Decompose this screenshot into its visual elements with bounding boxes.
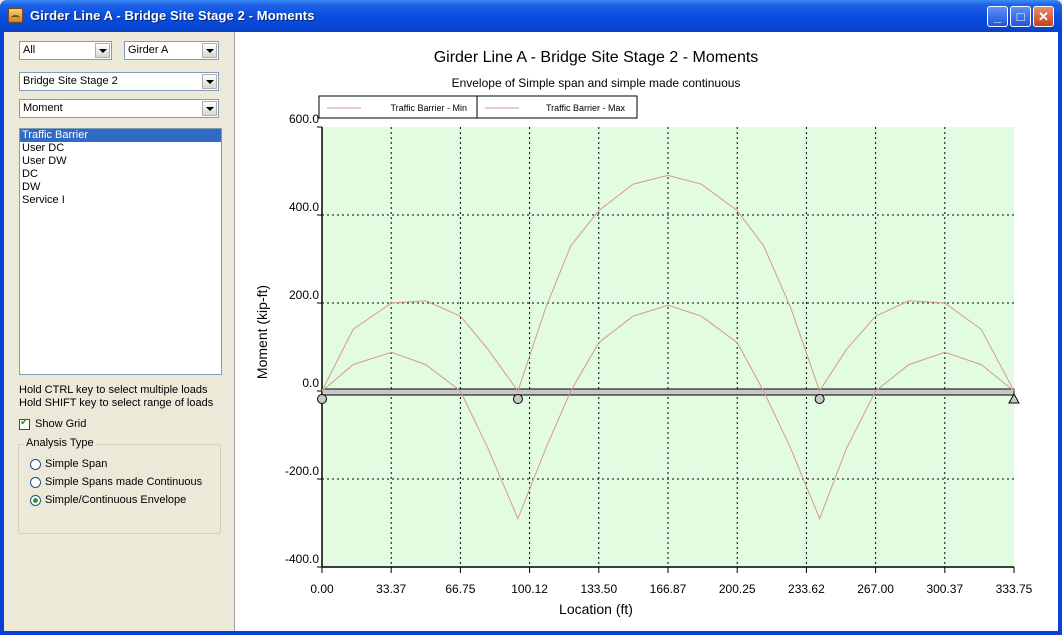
x-tick-label: 0.00 <box>310 582 334 596</box>
moment-chart: Girder Line A - Bridge Site Stage 2 - Mo… <box>254 49 1033 617</box>
main-window: Girder Line A - Bridge Site Stage 2 - Mo… <box>0 0 1062 635</box>
y-tick-label: 0.0 <box>302 376 319 390</box>
window-title: Girder Line A - Bridge Site Stage 2 - Mo… <box>30 8 315 23</box>
y-tick-label: 200.0 <box>289 288 319 302</box>
chevron-down-icon[interactable] <box>202 74 217 89</box>
show-grid-label[interactable]: Show Grid <box>35 418 86 430</box>
x-tick-label: 166.87 <box>650 582 687 596</box>
x-axis-label: Location (ft) <box>559 601 633 617</box>
close-button[interactable]: ✕ <box>1033 6 1054 27</box>
girder-select[interactable]: Girder A <box>124 41 219 60</box>
x-tick-label: 267.00 <box>857 582 894 596</box>
x-tick-label: 33.37 <box>376 582 406 596</box>
analysis-type-title: Analysis Type <box>24 437 96 449</box>
chevron-down-icon[interactable] <box>202 101 217 116</box>
show-grid-checkbox[interactable] <box>19 417 30 430</box>
pin-support-icon <box>317 394 327 404</box>
chevron-down-icon[interactable] <box>95 43 110 58</box>
action-select-value: Moment <box>23 102 63 114</box>
legend-label: Traffic Barrier - Max <box>546 103 626 113</box>
maximize-button[interactable]: □ <box>1010 6 1031 27</box>
x-tick-label: 333.75 <box>996 582 1033 596</box>
load-list-item[interactable]: DC <box>20 168 221 181</box>
load-list-item[interactable]: User DC <box>20 142 221 155</box>
control-panel: All Girder A Bridge Site Stage 2 Moment … <box>4 32 235 631</box>
span-select[interactable]: All <box>19 41 112 60</box>
app-icon[interactable] <box>8 8 23 23</box>
y-axis-label: Moment (kip-ft) <box>254 285 270 379</box>
load-list-item[interactable]: DW <box>20 181 221 194</box>
x-tick-label: 233.62 <box>788 582 825 596</box>
action-select[interactable]: Moment <box>19 99 219 118</box>
x-tick-label: 66.75 <box>445 582 475 596</box>
minimize-button[interactable]: _ <box>987 6 1008 27</box>
chart-title: Girder Line A - Bridge Site Stage 2 - Mo… <box>434 49 759 66</box>
load-list-item[interactable]: User DW <box>20 155 221 168</box>
simple-continuous-radio[interactable] <box>30 477 41 488</box>
legend-label: Traffic Barrier - Min <box>390 103 467 113</box>
envelope-label[interactable]: Simple/Continuous Envelope <box>45 494 186 506</box>
simple-continuous-label[interactable]: Simple Spans made Continuous <box>45 476 202 488</box>
shift-hint: Hold SHIFT key to select range of loads <box>19 397 214 409</box>
x-tick-label: 133.50 <box>580 582 617 596</box>
girder-select-value: Girder A <box>128 44 169 56</box>
simple-span-label[interactable]: Simple Span <box>45 458 107 470</box>
pin-support-icon <box>512 394 523 404</box>
y-tick-label: 400.0 <box>289 200 319 214</box>
stage-select[interactable]: Bridge Site Stage 2 <box>19 72 219 91</box>
x-tick-label: 100.12 <box>511 582 548 596</box>
chart-area: Girder Line A - Bridge Site Stage 2 - Mo… <box>235 32 1058 631</box>
load-list-item[interactable]: Traffic Barrier <box>20 129 221 142</box>
load-list-item[interactable]: Service I <box>20 194 221 207</box>
x-tick-label: 200.25 <box>719 582 756 596</box>
stage-select-value: Bridge Site Stage 2 <box>23 75 118 87</box>
chart-subtitle: Envelope of Simple span and simple made … <box>452 76 741 90</box>
loads-listbox[interactable]: Traffic Barrier User DC User DW DC DW Service… <box>19 128 222 375</box>
span-select-value: All <box>23 44 36 56</box>
envelope-radio[interactable] <box>30 495 41 506</box>
title-bar[interactable]: Girder Line A - Bridge Site Stage 2 - Mo… <box>0 0 1062 32</box>
y-tick-label: -400.0 <box>285 552 319 566</box>
y-tick-label: 600.0 <box>289 112 319 126</box>
x-tick-label: 300.37 <box>926 582 963 596</box>
girder-line <box>321 388 1015 396</box>
client-area: All Girder A Bridge Site Stage 2 Moment … <box>4 32 1058 631</box>
simple-span-radio[interactable] <box>30 459 41 470</box>
y-tick-label: -200.0 <box>285 464 319 478</box>
chevron-down-icon[interactable] <box>202 43 217 58</box>
ctrl-hint: Hold CTRL key to select multiple loads <box>19 384 208 396</box>
pin-support-icon <box>814 394 825 404</box>
